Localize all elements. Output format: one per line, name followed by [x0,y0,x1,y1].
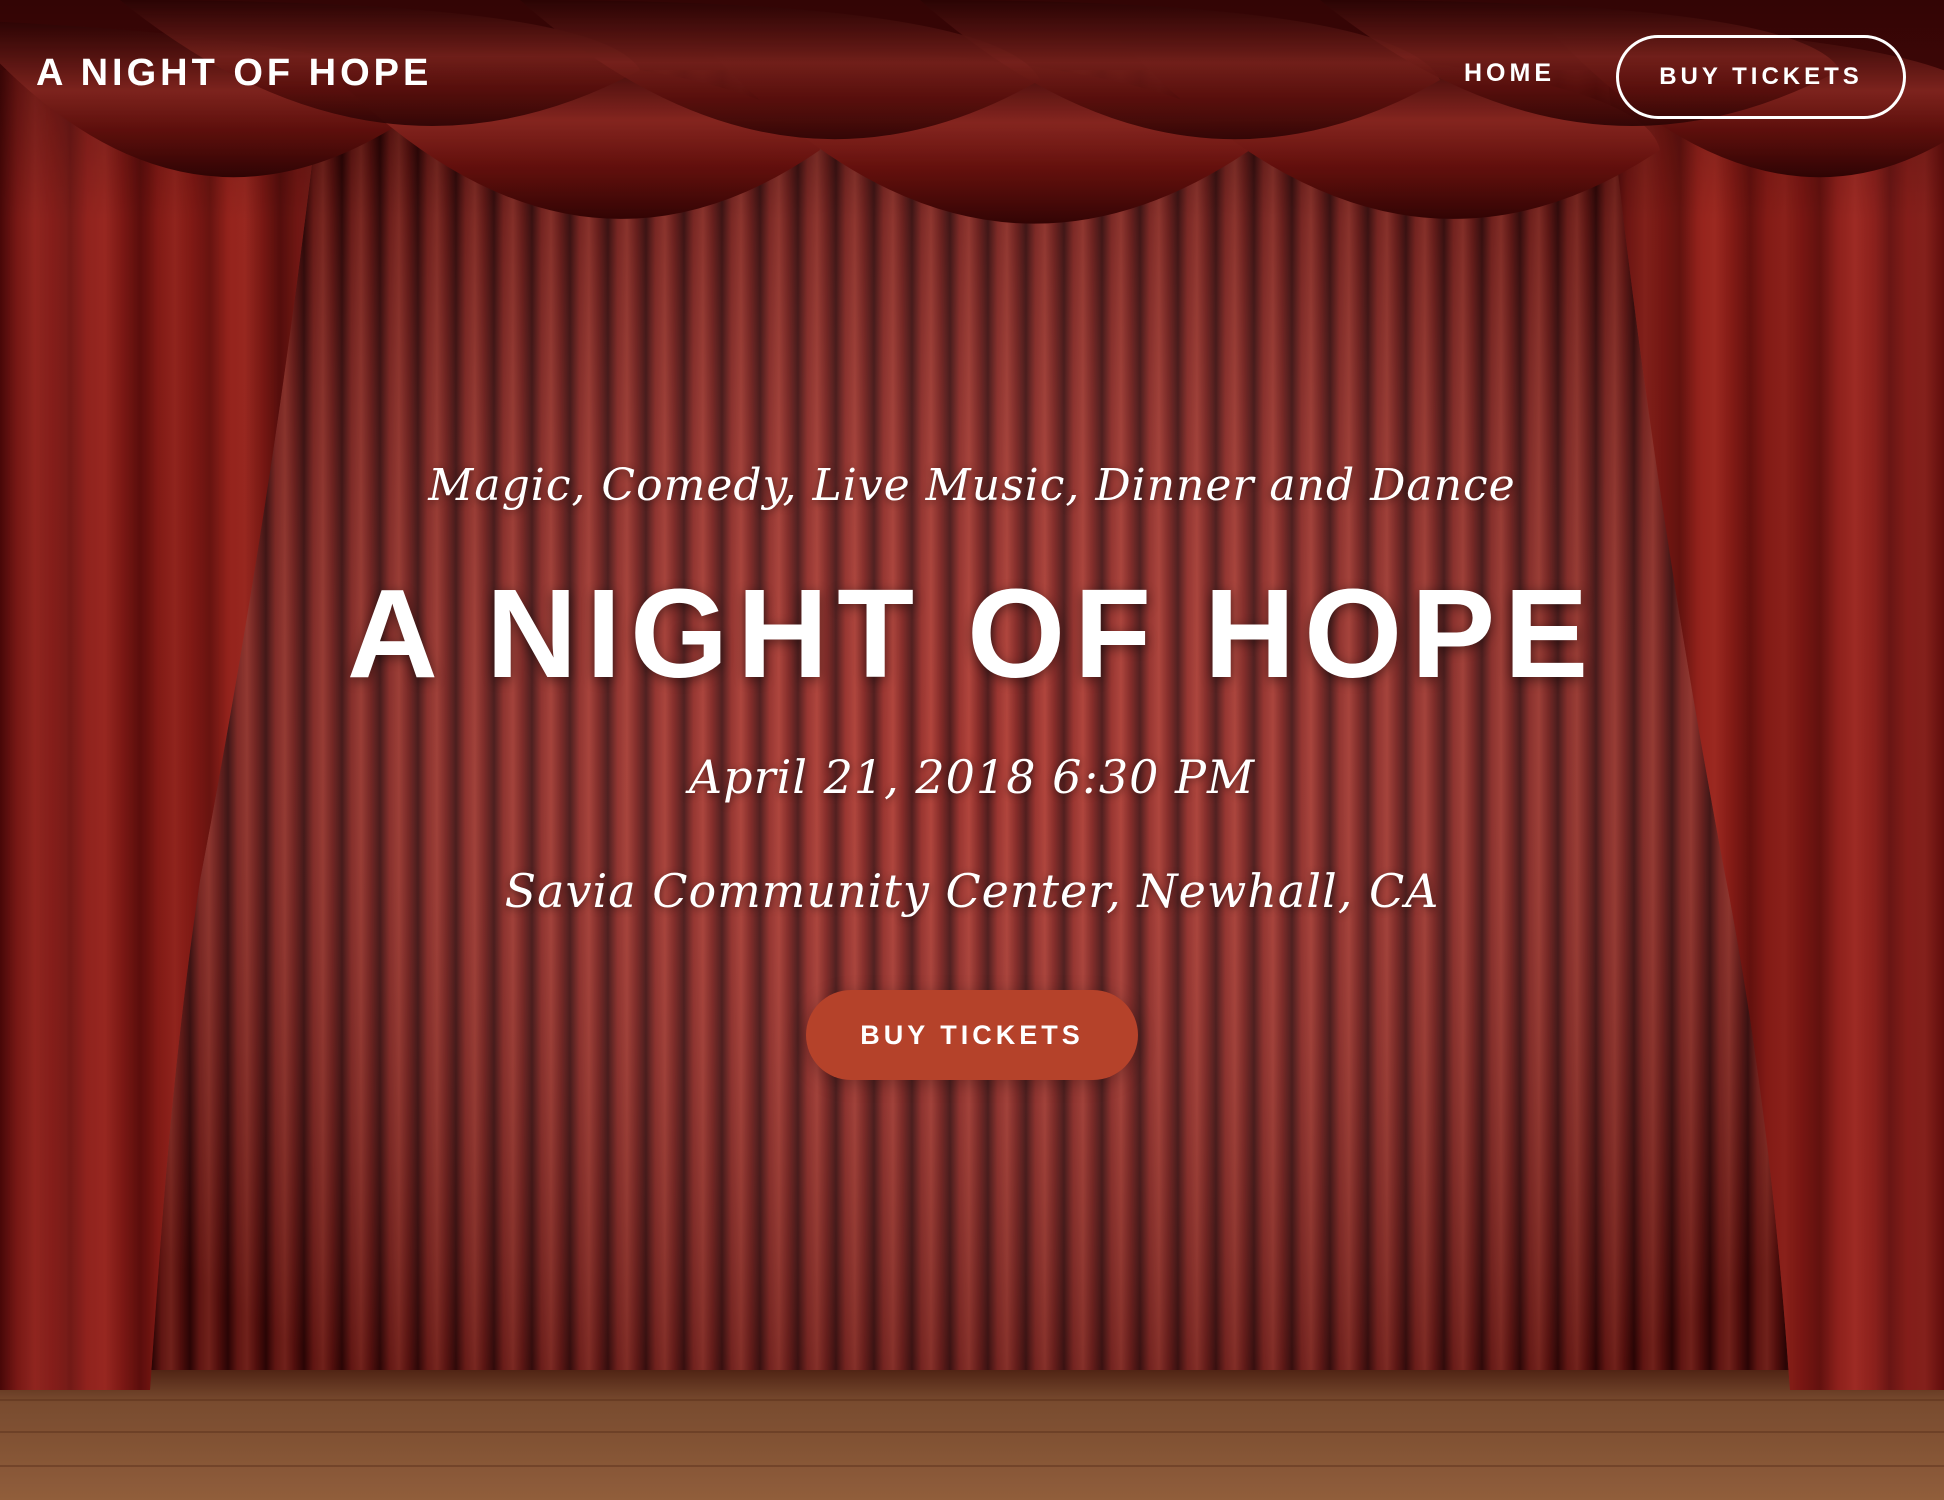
hero-buy-tickets-button[interactable]: BUY TICKETS [806,990,1138,1080]
hero-tagline: Magic, Comedy, Live Music, Dinner and Da… [428,460,1516,511]
header-buy-tickets-button[interactable]: BUY TICKETS [1616,35,1906,119]
event-landing-page: A NIGHT OF HOPE HOME BUY TICKETS Magic, … [0,0,1944,1500]
event-venue: Savia Community Center, Newhall, CA [504,864,1440,918]
site-header: A NIGHT OF HOPE HOME BUY TICKETS [0,0,1944,150]
hero-section: Magic, Comedy, Live Music, Dinner and Da… [0,0,1944,1500]
nav-home-link[interactable]: HOME [1464,59,1555,88]
site-title-link[interactable]: A NIGHT OF HOPE [36,52,432,95]
hero-title: A NIGHT OF HOPE [346,563,1598,704]
event-date: April 21, 2018 6:30 PM [688,750,1256,804]
